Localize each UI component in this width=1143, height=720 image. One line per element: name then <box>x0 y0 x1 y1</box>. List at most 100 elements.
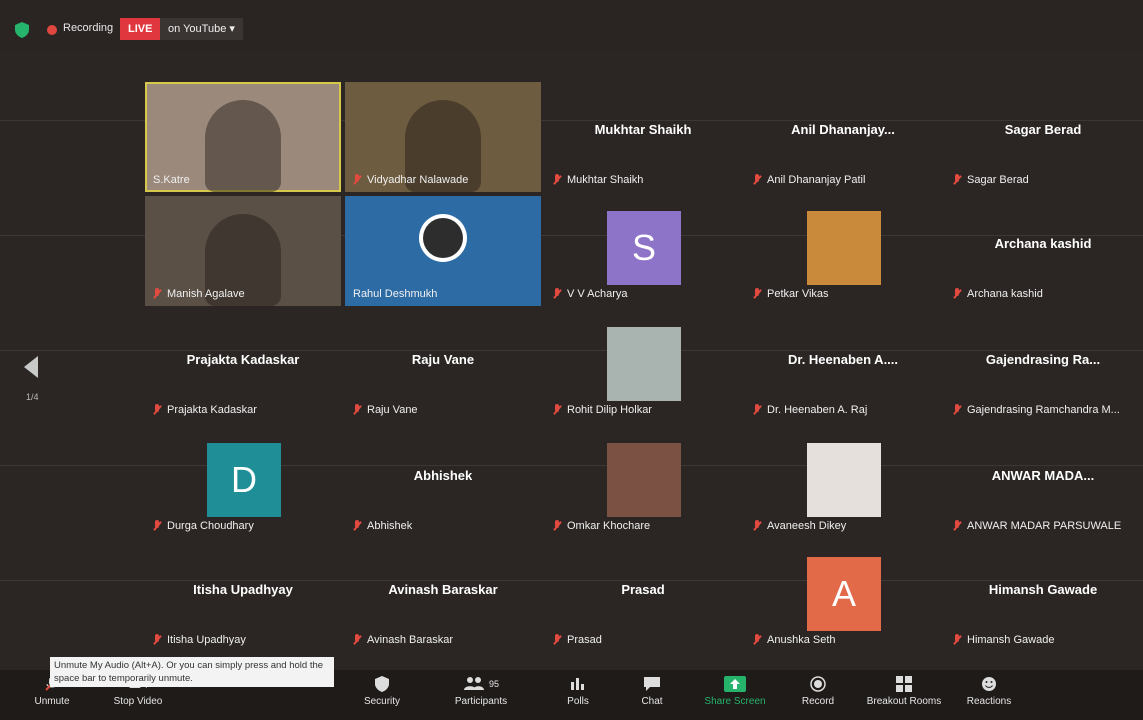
muted-microphone-icon <box>553 634 561 646</box>
muted-microphone-icon <box>753 404 761 416</box>
participant-display-name: Archana kashid <box>994 236 1092 251</box>
chat-label: Chat <box>641 696 663 707</box>
avatar: D <box>207 443 281 517</box>
chat-icon <box>632 676 672 692</box>
muted-microphone-icon <box>153 288 161 300</box>
participant-tile[interactable]: Vidyadhar Nalawade <box>345 82 541 192</box>
participant-display-name: Avinash Baraskar <box>388 582 498 597</box>
participant-tile[interactable]: Avinash Baraskar Avinash Baraskar <box>345 542 541 652</box>
participant-tile[interactable]: Omkar Khochare <box>545 428 741 538</box>
participant-tile[interactable]: Archana kashid Archana kashid <box>945 196 1141 306</box>
participant-tile[interactable]: A Anushka Seth <box>745 542 941 652</box>
muted-microphone-icon <box>153 520 161 532</box>
record-button[interactable]: Record <box>796 676 840 707</box>
participants-button[interactable]: 95 Participants <box>446 676 516 707</box>
participant-name-label: Petkar Vikas <box>767 288 829 300</box>
participant-tile[interactable]: Itisha Upadhyay Itisha Upadhyay <box>145 542 341 652</box>
muted-microphone-icon <box>153 634 161 646</box>
participants-icon-row: 95 <box>446 676 516 692</box>
participant-name-tag: Itisha Upadhyay <box>153 634 246 646</box>
participant-tile[interactable]: Prajakta Kadaskar Prajakta Kadaskar <box>145 312 341 422</box>
participant-display-name: Dr. Heenaben A.... <box>787 352 899 367</box>
muted-microphone-icon <box>553 520 561 532</box>
participant-name-tag: Prajakta Kadaskar <box>153 404 257 416</box>
participant-name-label: Raju Vane <box>367 404 418 416</box>
muted-microphone-icon <box>953 634 961 646</box>
muted-microphone-icon <box>753 288 761 300</box>
unmute-tooltip: Unmute My Audio (Alt+A). Or you can simp… <box>50 657 334 687</box>
participant-tile[interactable]: S.Katre <box>145 82 341 192</box>
previous-page-arrow-icon[interactable] <box>24 356 38 378</box>
participant-name-label: ANWAR MADAR PARSUWALE <box>967 520 1122 532</box>
participant-tile[interactable]: Rohit Dilip Holkar <box>545 312 741 422</box>
participant-tile[interactable]: Dr. Heenaben A.... Dr. Heenaben A. Raj <box>745 312 941 422</box>
participant-name-tag: Durga Choudhary <box>153 520 254 532</box>
participant-name-label: Itisha Upadhyay <box>167 634 246 646</box>
record-label: Record <box>801 696 835 707</box>
participant-name-label: Avaneesh Dikey <box>767 520 847 532</box>
participant-name-tag: Dr. Heenaben A. Raj <box>753 404 867 416</box>
shield-icon <box>356 676 408 692</box>
avatar: A <box>807 557 881 631</box>
participant-tile[interactable]: Mukhtar Shaikh Mukhtar Shaikh <box>545 82 741 192</box>
participant-tile[interactable]: Petkar Vikas <box>745 196 941 306</box>
participant-name-tag: Gajendrasing Ramchandra M... <box>953 404 1120 416</box>
participant-name-tag: Anil Dhananjay Patil <box>753 174 865 186</box>
breakout-rooms-button[interactable]: Breakout Rooms <box>858 676 950 707</box>
page-indicator: 1/4 <box>26 392 39 402</box>
participant-name-label: Abhishek <box>367 520 413 532</box>
participant-tile[interactable]: ANWAR MADA... ANWAR MADAR PARSUWALE <box>945 428 1141 538</box>
participant-display-name: Prasad <box>621 582 665 597</box>
participant-name-tag: Omkar Khochare <box>553 520 650 532</box>
muted-microphone-icon <box>953 404 961 416</box>
chat-button[interactable]: Chat <box>632 676 672 707</box>
participant-name-tag: Himansh Gawade <box>953 634 1054 646</box>
participant-name-label: V V Acharya <box>567 288 628 300</box>
profile-picture <box>607 327 681 401</box>
participant-tile[interactable]: Avaneesh Dikey <box>745 428 941 538</box>
muted-microphone-icon <box>553 404 561 416</box>
participants-icon <box>464 677 485 690</box>
participant-tile[interactable]: Sagar Berad Sagar Berad <box>945 82 1141 192</box>
participant-name-tag: Avaneesh Dikey <box>753 520 846 532</box>
participant-tile[interactable]: Raju Vane Raju Vane <box>345 312 541 422</box>
security-label: Security <box>363 696 401 707</box>
participant-tile[interactable]: Abhishek Abhishek <box>345 428 541 538</box>
muted-microphone-icon <box>153 404 161 416</box>
participant-display-name: Himansh Gawade <box>988 582 1098 597</box>
participant-tile[interactable]: D Durga Choudhary <box>145 428 341 538</box>
participant-name-label: Archana kashid <box>967 288 1043 300</box>
participant-name-tag: Archana kashid <box>953 288 1043 300</box>
polls-label: Polls <box>567 696 589 707</box>
participant-tile[interactable]: Manish Agalave <box>145 196 341 306</box>
participant-name-label: Himansh Gawade <box>967 634 1055 646</box>
participant-name-tag: Prasad <box>553 634 602 646</box>
participant-display-name: Mukhtar Shaikh <box>594 122 692 137</box>
participant-display-name: Abhishek <box>413 468 473 483</box>
participant-tile[interactable]: Gajendrasing Ra... Gajendrasing Ramchandr… <box>945 312 1141 422</box>
share-screen-button[interactable]: Share Screen <box>700 676 770 707</box>
muted-microphone-icon <box>953 520 961 532</box>
participant-name-label: Rahul Deshmukh <box>353 288 438 300</box>
participant-name-tag: Rahul Deshmukh <box>353 288 437 300</box>
participant-tile[interactable]: S V V Acharya <box>545 196 741 306</box>
participant-tile[interactable]: Prasad Prasad <box>545 542 741 652</box>
record-icon <box>796 676 840 692</box>
participant-name-label: Manish Agalave <box>167 288 245 300</box>
participant-name-label: Rohit Dilip Holkar <box>567 404 652 416</box>
smiley-reaction-icon <box>962 676 1016 692</box>
participant-name-tag: Petkar Vikas <box>753 288 829 300</box>
reactions-button[interactable]: Reactions <box>962 676 1016 707</box>
muted-microphone-icon <box>553 288 561 300</box>
participant-tile[interactable]: Rahul Deshmukh <box>345 196 541 306</box>
participant-tile[interactable]: Himansh Gawade Himansh Gawade <box>945 542 1141 652</box>
participant-tile[interactable]: Anil Dhananjay... Anil Dhananjay Patil <box>745 82 941 192</box>
polls-button[interactable]: Polls <box>556 676 600 707</box>
share-screen-icon <box>700 676 770 692</box>
participant-display-name: Anil Dhananjay... <box>791 122 895 137</box>
participant-name-tag: Mukhtar Shaikh <box>553 174 643 186</box>
participant-name-label: Anil Dhananjay Patil <box>767 174 866 186</box>
unmute-label: Unmute <box>34 696 70 707</box>
muted-microphone-icon <box>353 174 361 186</box>
security-button[interactable]: Security <box>356 676 408 707</box>
